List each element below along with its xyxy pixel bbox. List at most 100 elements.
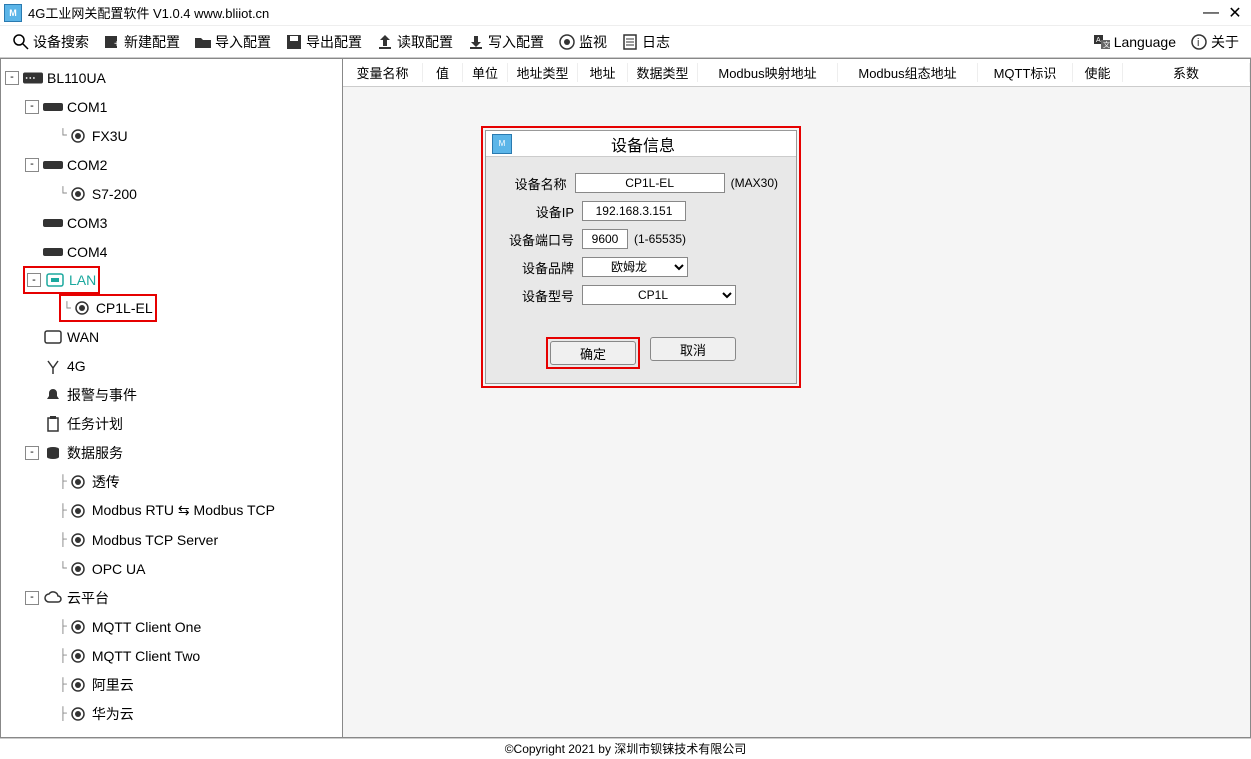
new-config-button[interactable]: + 新建配置 xyxy=(97,30,186,54)
col-header[interactable]: 数据类型 xyxy=(628,63,698,82)
tree-node-mqtt2[interactable]: ├ MQTT Client Two xyxy=(5,641,342,670)
device-port-input[interactable] xyxy=(582,229,628,249)
device-name-input[interactable] xyxy=(575,173,725,193)
device-ip-label: 设备IP xyxy=(504,202,582,221)
toolbar: 设备搜索 + 新建配置 导入配置 导出配置 读取配置 写入配置 监视 日志 A文… xyxy=(0,26,1251,58)
download-icon xyxy=(467,33,485,51)
tree-node-root[interactable]: - BL110UA xyxy=(5,63,342,92)
device-icon xyxy=(68,474,88,490)
monitor-button[interactable]: 监视 xyxy=(552,30,613,54)
col-header[interactable]: 单位 xyxy=(463,63,508,82)
tree-label: Modbus RTU ⇆ Modbus TCP xyxy=(92,502,275,519)
ok-button[interactable]: 确定 xyxy=(550,341,636,365)
lan-icon xyxy=(45,272,65,288)
col-header[interactable]: 系数 xyxy=(1123,63,1250,82)
col-header[interactable]: MQTT标识 xyxy=(978,63,1073,82)
antenna-icon xyxy=(43,358,63,374)
tree-node-com1[interactable]: - COM1 xyxy=(5,92,342,121)
tree-node-4g[interactable]: 4G xyxy=(5,351,342,380)
toolbar-label: 读取配置 xyxy=(397,32,453,52)
collapse-icon[interactable]: - xyxy=(25,446,39,460)
search-icon xyxy=(12,33,30,51)
export-config-button[interactable]: 导出配置 xyxy=(279,30,368,54)
device-model-select[interactable]: CP1L xyxy=(582,285,736,305)
tree-node-wan[interactable]: WAN xyxy=(5,322,342,351)
tree-node-opcua[interactable]: └ OPC UA xyxy=(5,554,342,583)
col-header[interactable]: 使能 xyxy=(1073,63,1123,82)
tree-node-s7200[interactable]: └ S7-200 xyxy=(5,179,342,208)
tree-connector: └ xyxy=(63,301,70,316)
collapse-icon[interactable]: - xyxy=(27,273,41,287)
device-icon xyxy=(68,706,88,722)
tree-node-passthrough[interactable]: ├ 透传 xyxy=(5,467,342,496)
bell-icon xyxy=(43,387,63,403)
device-brand-select[interactable]: 欧姆龙 xyxy=(582,257,688,277)
tree-node-com2[interactable]: - COM2 xyxy=(5,150,342,179)
tree-label: MQTT Client One xyxy=(92,619,201,635)
tree-label: COM2 xyxy=(67,157,107,173)
col-header[interactable]: Modbus组态地址 xyxy=(838,63,978,82)
device-search-button[interactable]: 设备搜索 xyxy=(6,30,95,54)
port-icon xyxy=(43,215,63,231)
dialog-titlebar[interactable]: M 设备信息 xyxy=(486,131,796,157)
tree-connector: ├ xyxy=(59,648,66,663)
toolbar-label: 导出配置 xyxy=(306,32,362,52)
close-button[interactable]: ✕ xyxy=(1223,3,1247,23)
tree-label: COM4 xyxy=(67,244,107,260)
tree-node-fx3u[interactable]: └ FX3U xyxy=(5,121,342,150)
app-icon: M xyxy=(4,4,22,22)
tree-label: 阿里云 xyxy=(92,675,134,695)
tree-node-cp1lel[interactable]: └ CP1L-EL xyxy=(63,296,153,320)
col-header[interactable]: 变量名称 xyxy=(343,63,423,82)
write-config-button[interactable]: 写入配置 xyxy=(461,30,550,54)
tree-connector: ├ xyxy=(59,503,66,518)
tree-label: 报警与事件 xyxy=(67,385,137,405)
tree-node-mqtt1[interactable]: ├ MQTT Client One xyxy=(5,612,342,641)
collapse-icon[interactable]: - xyxy=(25,100,39,114)
device-ip-input[interactable] xyxy=(582,201,686,221)
cancel-button[interactable]: 取消 xyxy=(650,337,736,361)
col-header[interactable]: 值 xyxy=(423,63,463,82)
tree-connector: └ xyxy=(59,561,66,576)
form-row-name: 设备名称 (MAX30) xyxy=(504,173,778,193)
toolbar-label: 关于 xyxy=(1211,32,1239,52)
about-button[interactable]: i 关于 xyxy=(1184,30,1245,54)
col-header[interactable]: Modbus映射地址 xyxy=(698,63,838,82)
wan-icon xyxy=(43,329,63,345)
collapse-icon[interactable]: - xyxy=(25,591,39,605)
tree-node-com4[interactable]: COM4 xyxy=(5,237,342,266)
tree-node-cloud[interactable]: - 云平台 xyxy=(5,583,342,612)
tree-node-aliyun[interactable]: ├ 阿里云 xyxy=(5,670,342,699)
log-button[interactable]: 日志 xyxy=(615,30,676,54)
language-button[interactable]: A文 Language xyxy=(1087,31,1182,53)
col-header[interactable]: 地址类型 xyxy=(508,63,578,82)
read-config-button[interactable]: 读取配置 xyxy=(370,30,459,54)
tree-node-alarm[interactable]: 报警与事件 xyxy=(5,380,342,409)
port-icon xyxy=(43,157,63,173)
tree-node-modbustcpserver[interactable]: ├ Modbus TCP Server xyxy=(5,525,342,554)
col-header[interactable]: 地址 xyxy=(578,63,628,82)
tree-node-huawei[interactable]: ├ 华为云 xyxy=(5,699,342,728)
tree-label: S7-200 xyxy=(92,186,137,202)
tree-label: CP1L-EL xyxy=(96,300,153,316)
upload-icon xyxy=(376,33,394,51)
device-icon xyxy=(68,186,88,202)
import-config-button[interactable]: 导入配置 xyxy=(188,30,277,54)
tree-node-cp1lel-highlight: └ CP1L-EL xyxy=(59,294,157,322)
device-model-label: 设备型号 xyxy=(504,286,582,305)
tree-label: OPC UA xyxy=(92,561,146,577)
toolbar-label: 导入配置 xyxy=(215,32,271,52)
collapse-icon[interactable]: - xyxy=(25,158,39,172)
tree-node-dataservice[interactable]: - 数据服务 xyxy=(5,438,342,467)
tree-node-com3[interactable]: COM3 xyxy=(5,208,342,237)
dialog-body: 设备名称 (MAX30) 设备IP 设备端口号 (1-65535) 设备品牌 欧… xyxy=(486,157,796,323)
device-icon xyxy=(72,300,92,316)
tree-node-lan[interactable]: - LAN xyxy=(27,268,96,292)
collapse-icon[interactable]: - xyxy=(5,71,19,85)
tree-label: 云平台 xyxy=(67,588,109,608)
minimize-button[interactable]: — xyxy=(1199,3,1223,23)
tree-node-task[interactable]: 任务计划 xyxy=(5,409,342,438)
device-tree-panel: - BL110UA - COM1 └ FX3U - COM2 └ xyxy=(0,58,343,738)
svg-text:+: + xyxy=(114,39,120,50)
tree-node-modbusrtutcp[interactable]: ├ Modbus RTU ⇆ Modbus TCP xyxy=(5,496,342,525)
